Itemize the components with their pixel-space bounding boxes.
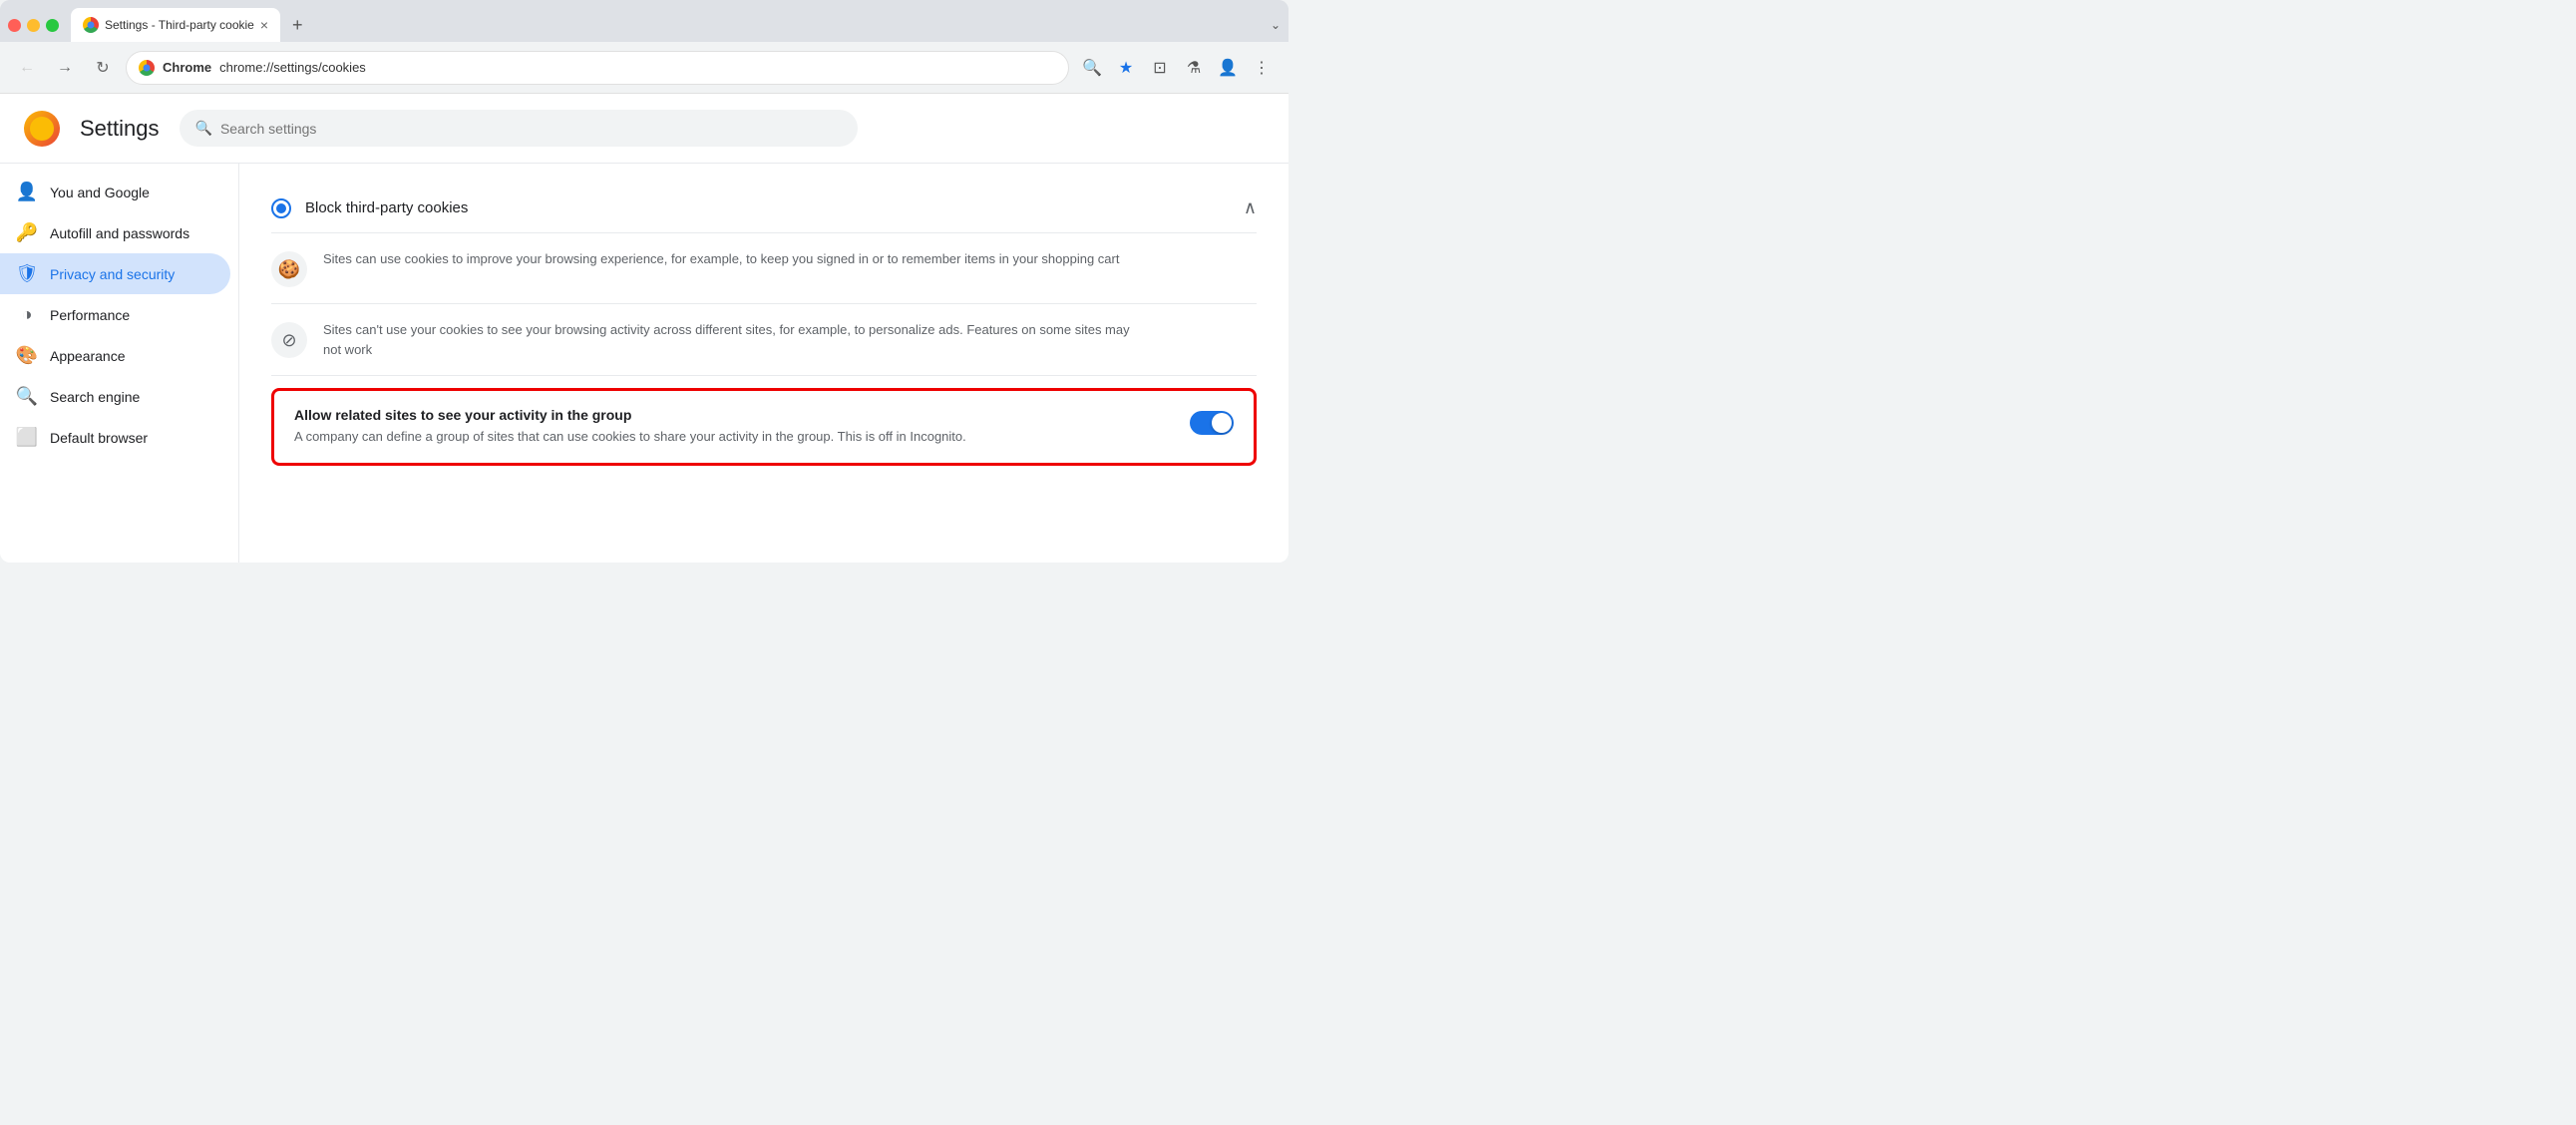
sidebar-item-autofill[interactable]: 🔑 Autofill and passwords [0,212,230,253]
settings-logo-inner [30,117,54,141]
url-display: chrome://settings/cookies [219,60,366,75]
zoom-button[interactable]: 🔍 [1077,53,1107,83]
search-input[interactable] [220,121,842,137]
info-row-2: ⊘ Sites can't use your cookies to see yo… [271,304,1257,376]
reload-button[interactable]: ↻ [88,53,118,83]
settings-logo [24,111,60,147]
sidebar-label-performance: Performance [50,307,130,323]
settings-header: Settings 🔍 [0,94,1288,164]
performance-icon: ◑ [16,304,38,325]
active-tab[interactable]: Settings - Third-party cookie × [71,8,280,42]
sidebar-item-privacy[interactable]: 🛡 Privacy and security [0,253,230,294]
sidebar-label-search-engine: Search engine [50,389,140,405]
maximize-button[interactable] [46,19,59,32]
key-icon: 🔑 [16,222,38,243]
highlighted-text-block: Allow related sites to see your activity… [294,407,1170,447]
toolbar-actions: 🔍 ★ ⊡ ⚗ 👤 ⋮ [1077,53,1277,83]
chevron-up-button[interactable]: ∧ [1244,197,1257,218]
appearance-icon: 🎨 [16,345,38,366]
toolbar: ← → ↻ Chrome chrome://settings/cookies 🔍… [0,42,1288,94]
tab-dropdown-button[interactable]: ⌄ [1271,18,1281,32]
activity-group-toggle[interactable] [1190,411,1234,435]
shield-icon: 🛡 [16,263,38,284]
info-text-1: Sites can use cookies to improve your br… [323,249,1119,269]
site-icon [139,60,155,76]
profile-button[interactable]: 👤 [1213,53,1243,83]
toggle-knob [1212,413,1232,433]
new-tab-button[interactable]: + [284,11,311,40]
block-icon: ⊘ [271,322,307,358]
search-icon: 🔍 [195,120,212,137]
bookmark-button[interactable]: ★ [1111,53,1141,83]
tab-title: Settings - Third-party cookie [105,18,254,32]
highlighted-section: Allow related sites to see your activity… [271,388,1257,466]
sidebar-label-you-and-google: You and Google [50,185,150,200]
cookie-section: Block third-party cookies ∧ 🍪 Sites can … [271,184,1257,466]
radio-button-selected[interactable] [271,198,291,218]
sidebar-item-search-engine[interactable]: 🔍 Search engine [0,376,230,417]
sidebar: 👤 You and Google 🔑 Autofill and password… [0,164,239,562]
highlighted-desc: A company can define a group of sites th… [294,427,1012,447]
minimize-button[interactable] [27,19,40,32]
traffic-lights [8,19,59,32]
back-button[interactable]: ← [12,53,42,83]
info-row-1: 🍪 Sites can use cookies to improve your … [271,233,1257,304]
sidebar-item-default-browser[interactable]: ⬜ Default browser [0,417,230,458]
settings-title: Settings [80,116,160,142]
block-cookies-row[interactable]: Block third-party cookies ∧ [271,184,1257,233]
settings-body: 👤 You and Google 🔑 Autofill and password… [0,164,1288,562]
sidebar-item-performance[interactable]: ◑ Performance [0,294,230,335]
sidebar-label-appearance: Appearance [50,348,126,364]
close-button[interactable] [8,19,21,32]
sidebar-label-privacy: Privacy and security [50,266,175,282]
sidebar-label-default-browser: Default browser [50,430,148,446]
person-icon: 👤 [16,182,38,202]
tab-close-button[interactable]: × [260,18,268,32]
main-content: Block third-party cookies ∧ 🍪 Sites can … [239,164,1288,562]
sidebar-label-autofill: Autofill and passwords [50,225,189,241]
search-bar[interactable]: 🔍 [180,110,858,147]
tab-bar: Settings - Third-party cookie × + ⌄ [0,0,1288,42]
tab-favicon [83,17,99,33]
address-bar[interactable]: Chrome chrome://settings/cookies [126,51,1069,85]
cookie-icon: 🍪 [271,251,307,287]
labs-button[interactable]: ⚗ [1179,53,1209,83]
radio-dot [276,203,286,213]
page-content: Settings 🔍 👤 You and Google 🔑 Autofill a… [0,94,1288,562]
browser-icon: ⬜ [16,427,38,448]
highlighted-title: Allow related sites to see your activity… [294,407,1170,423]
forward-button[interactable]: → [50,53,80,83]
sidebar-item-appearance[interactable]: 🎨 Appearance [0,335,230,376]
block-cookies-label: Block third-party cookies [305,199,1244,216]
extensions-button[interactable]: ⊡ [1145,53,1175,83]
menu-button[interactable]: ⋮ [1247,53,1277,83]
chrome-label: Chrome [163,60,211,75]
sidebar-item-you-and-google[interactable]: 👤 You and Google [0,172,230,212]
search-engine-icon: 🔍 [16,386,38,407]
info-text-2: Sites can't use your cookies to see your… [323,320,1141,359]
browser-frame: Settings - Third-party cookie × + ⌄ ← → … [0,0,1288,562]
